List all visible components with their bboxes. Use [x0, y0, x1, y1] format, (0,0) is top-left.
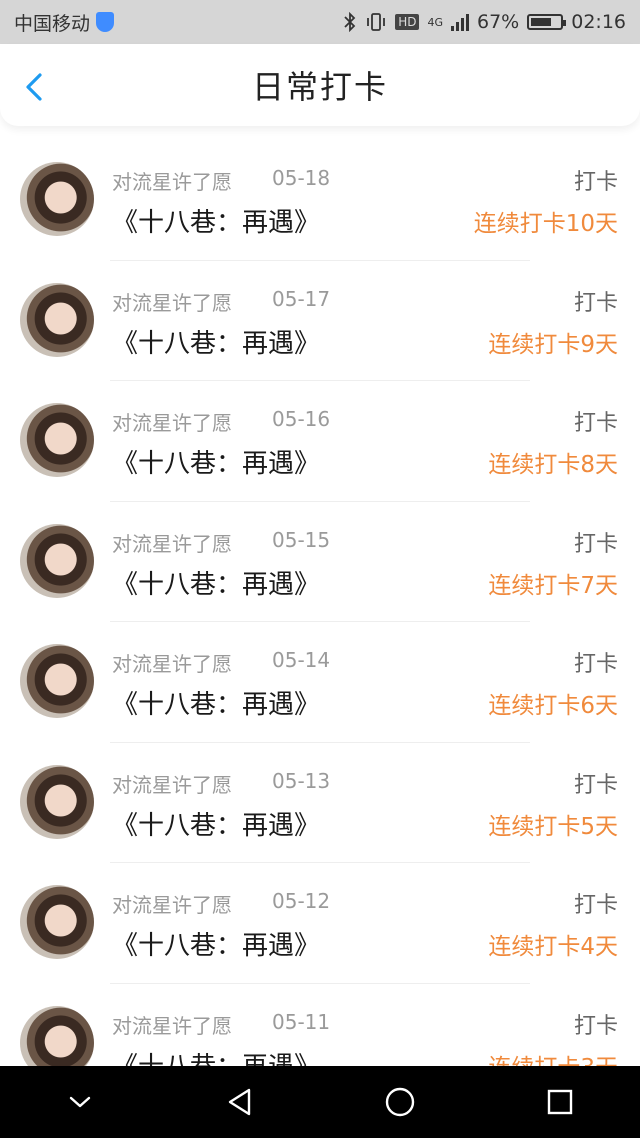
- hd-badge: HD: [395, 14, 420, 30]
- avatar[interactable]: [20, 282, 94, 357]
- checkin-type: 打卡: [573, 652, 618, 677]
- checkin-row[interactable]: 对流星许了愿 05-13 《十八巷：再遇》 打卡 连续打卡5天: [0, 743, 640, 864]
- nav-home-button[interactable]: [378, 1080, 422, 1124]
- checkin-date: 05-14: [272, 648, 331, 672]
- author-name[interactable]: 对流星许了愿: [112, 769, 232, 798]
- checkin-date: 05-12: [272, 889, 331, 913]
- system-nav-bar: [0, 1066, 640, 1138]
- book-title[interactable]: 《十八巷：再遇》: [112, 202, 320, 239]
- author-name[interactable]: 对流星许了愿: [112, 287, 232, 316]
- vibrate-icon: [367, 13, 386, 31]
- circle-home-icon: [385, 1087, 415, 1117]
- checkin-date: 05-17: [272, 286, 331, 311]
- nav-collapse-button[interactable]: [58, 1080, 102, 1124]
- book-title[interactable]: 《十八巷：再遇》: [112, 925, 320, 962]
- chevron-left-icon: [26, 73, 42, 101]
- battery-percent: 67%: [477, 11, 520, 33]
- checkin-type: 打卡: [573, 411, 618, 436]
- checkin-type: 打卡: [573, 531, 618, 557]
- avatar[interactable]: [20, 523, 94, 598]
- author-name[interactable]: 对流星许了愿: [112, 166, 232, 195]
- avatar[interactable]: [20, 644, 94, 718]
- checkin-type: 打卡: [573, 170, 618, 195]
- clock: 02:16: [571, 11, 626, 33]
- streak-label: 连续打卡8天: [488, 452, 618, 478]
- checkin-date: 05-15: [272, 527, 331, 552]
- checkin-list[interactable]: 对流星许了愿 05-18 《十八巷：再遇》 打卡 连续打卡10天 对流星许了愿 …: [0, 140, 640, 1066]
- network-type-label: 4G: [427, 15, 443, 29]
- checkin-row[interactable]: 对流星许了愿 05-18 《十八巷：再遇》 打卡 连续打卡10天: [0, 140, 640, 261]
- avatar[interactable]: [20, 403, 94, 477]
- book-title[interactable]: 《十八巷：再遇》: [112, 443, 320, 480]
- avatar[interactable]: [20, 162, 94, 236]
- carrier-label: 中国移动: [14, 12, 91, 35]
- avatar[interactable]: [20, 764, 94, 839]
- book-title[interactable]: 《十八巷：再遇》: [112, 805, 320, 842]
- shield-icon: [96, 12, 115, 32]
- page-title: 日常打卡: [251, 68, 388, 106]
- checkin-row[interactable]: 对流星许了愿 05-16 《十八巷：再遇》 打卡 连续打卡8天: [0, 381, 640, 502]
- page-header: 日常打卡: [0, 44, 640, 126]
- streak-label: 连续打卡6天: [488, 693, 618, 719]
- signal-icon: [451, 13, 469, 31]
- author-name[interactable]: 对流星许了愿: [112, 1010, 232, 1039]
- chevron-down-icon: [69, 1096, 91, 1108]
- book-title[interactable]: 《十八巷：再遇》: [112, 684, 320, 721]
- author-name[interactable]: 对流星许了愿: [112, 889, 232, 918]
- nav-back-button[interactable]: [218, 1080, 262, 1124]
- avatar[interactable]: [20, 1005, 94, 1066]
- author-name[interactable]: 对流星许了愿: [112, 648, 232, 677]
- streak-label: 连续打卡3天: [488, 1048, 618, 1067]
- checkin-date: 05-16: [272, 407, 331, 431]
- back-button[interactable]: [18, 70, 52, 104]
- book-title[interactable]: 《十八巷：再遇》: [112, 323, 320, 360]
- triangle-back-icon: [228, 1088, 251, 1116]
- streak-label: 连续打卡9天: [488, 331, 618, 358]
- book-title[interactable]: 《十八巷：再遇》: [112, 564, 320, 601]
- checkin-type: 打卡: [573, 1013, 618, 1039]
- checkin-type: 打卡: [573, 772, 618, 798]
- battery-icon: [527, 14, 567, 30]
- streak-label: 连续打卡5天: [488, 813, 618, 840]
- status-bar: 中国移动 HD 4G 67% 02:16: [0, 0, 640, 44]
- square-recent-icon: [547, 1089, 573, 1115]
- checkin-row[interactable]: 对流星许了愿 05-12 《十八巷：再遇》 打卡 连续打卡4天: [0, 863, 640, 984]
- streak-label: 连续打卡7天: [488, 572, 618, 599]
- checkin-date: 05-18: [272, 166, 331, 190]
- bluetooth-icon: [344, 12, 356, 32]
- nav-recent-button[interactable]: [538, 1080, 582, 1124]
- book-title[interactable]: 《十八巷：再遇》: [112, 1046, 320, 1067]
- checkin-type: 打卡: [573, 893, 618, 918]
- checkin-date: 05-13: [272, 768, 331, 793]
- author-name[interactable]: 对流星许了愿: [112, 407, 232, 436]
- checkin-row[interactable]: 对流星许了愿 05-15 《十八巷：再遇》 打卡 连续打卡7天: [0, 502, 640, 623]
- checkin-row[interactable]: 对流星许了愿 05-17 《十八巷：再遇》 打卡 连续打卡9天: [0, 261, 640, 382]
- streak-label: 连续打卡4天: [488, 934, 618, 960]
- author-name[interactable]: 对流星许了愿: [112, 528, 232, 557]
- checkin-row[interactable]: 对流星许了愿 05-11 《十八巷：再遇》 打卡 连续打卡3天: [0, 984, 640, 1067]
- streak-label: 连续打卡10天: [473, 211, 618, 237]
- avatar[interactable]: [20, 885, 94, 959]
- checkin-date: 05-11: [272, 1009, 331, 1034]
- checkin-type: 打卡: [573, 290, 618, 316]
- checkin-row[interactable]: 对流星许了愿 05-14 《十八巷：再遇》 打卡 连续打卡6天: [0, 622, 640, 743]
